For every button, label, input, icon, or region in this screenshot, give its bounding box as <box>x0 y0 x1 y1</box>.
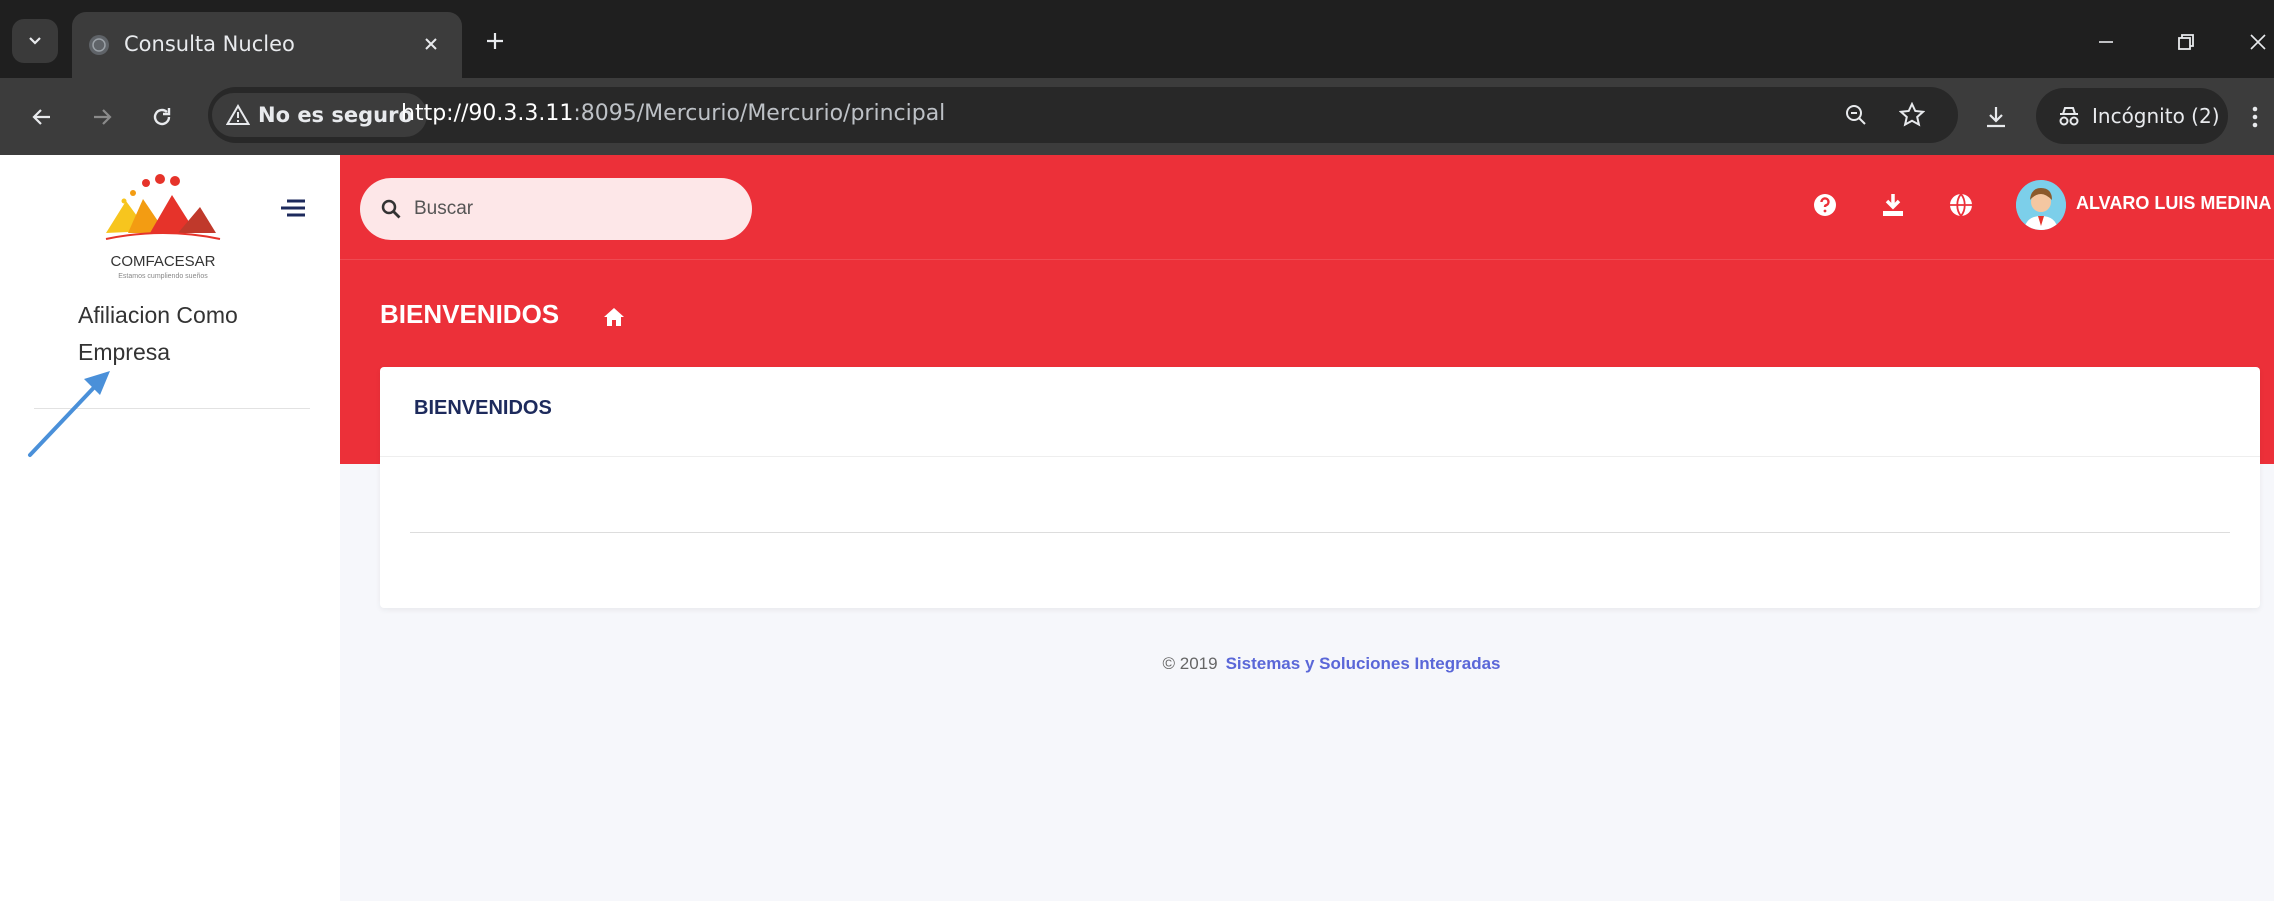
logo-text: COMFACESAR <box>110 253 216 270</box>
restore-button[interactable] <box>2168 24 2204 60</box>
download-page-button[interactable] <box>1876 188 1910 222</box>
incognito-label: Incógnito (2) <box>2092 104 2220 128</box>
arrow-right-icon <box>94 109 112 125</box>
sidebar: COMFACESAR Estamos cumpliendo sueños Afi… <box>0 155 340 901</box>
tab-title: Consulta Nucleo <box>124 32 295 56</box>
footer-copyright: © 2019 <box>1162 654 1218 673</box>
incognito-icon <box>2059 107 2079 126</box>
globe-favicon-icon <box>89 35 109 55</box>
download-icon <box>1883 194 1903 216</box>
downloads-button[interactable] <box>1976 97 2016 137</box>
url-host: http://90.3.3.11 <box>401 101 574 126</box>
minimize-button[interactable] <box>2088 24 2124 60</box>
security-label: No es seguro <box>258 103 413 127</box>
download-icon <box>1987 107 2005 128</box>
close-window-button[interactable] <box>2240 24 2274 60</box>
logo-slogan: Estamos cumpliendo sueños <box>118 273 208 280</box>
minimize-icon <box>2099 41 2113 43</box>
close-icon <box>425 38 437 50</box>
browser-toolbar: No es seguro http://90.3.3.11:8095/Mercu… <box>0 78 2274 155</box>
card-title: BIENVENIDOS <box>414 397 552 419</box>
forward-button[interactable] <box>82 97 122 137</box>
language-button[interactable] <box>1944 188 1978 222</box>
page-viewport: COMFACESAR Estamos cumpliendo sueños Afi… <box>0 155 2274 901</box>
page-title: BIENVENIDOS <box>380 299 560 329</box>
search-input[interactable] <box>414 190 734 228</box>
help-icon <box>1814 194 1836 216</box>
zoom-button[interactable] <box>1840 99 1872 131</box>
arrow-left-icon <box>32 109 50 125</box>
screen: Consulta Nucleo No es seguro http://90.3… <box>0 0 2274 901</box>
incognito-chip[interactable]: Incógnito (2) <box>2036 88 2228 144</box>
search-icon <box>381 199 401 219</box>
reload-icon <box>153 108 171 126</box>
new-tab-button[interactable] <box>480 26 510 56</box>
tab-search-button[interactable] <box>12 19 58 63</box>
chevron-down-icon <box>29 37 41 45</box>
logo-graphic-icon <box>105 174 221 240</box>
warning-icon <box>226 104 250 125</box>
avatar[interactable] <box>2016 180 2066 230</box>
zoom-out-icon <box>1846 105 1866 125</box>
close-icon <box>2250 34 2266 50</box>
star-icon <box>1899 102 1925 127</box>
main-content: ALVARO LUIS MEDINA BIENVENIDOS BIENVENID… <box>340 155 2274 901</box>
plus-icon <box>487 33 503 49</box>
tab-close-button[interactable] <box>416 27 446 61</box>
card-header-divider <box>380 456 2260 457</box>
url-text[interactable]: http://90.3.3.11:8095/Mercurio/Mercurio/… <box>401 101 945 126</box>
back-button[interactable] <box>22 97 62 137</box>
footer: © 2019 Sistemas y Soluciones Integradas <box>340 654 2274 674</box>
tab-active[interactable]: Consulta Nucleo <box>72 12 462 78</box>
welcome-card: BIENVENIDOS <box>380 367 2260 608</box>
globe-icon <box>1950 193 1972 217</box>
bookmark-button[interactable] <box>1896 99 1928 131</box>
annotation-arrow-icon <box>28 371 110 457</box>
browser-chrome: Consulta Nucleo No es seguro http://90.3… <box>0 0 2274 155</box>
sidebar-toggle-button[interactable] <box>276 193 310 223</box>
reload-button[interactable] <box>142 97 182 137</box>
header-divider <box>340 259 2274 260</box>
user-avatar-icon <box>2016 180 2066 230</box>
search-box <box>360 178 752 240</box>
home-icon[interactable] <box>602 305 626 329</box>
browser-menu-button[interactable] <box>2240 97 2270 137</box>
security-chip[interactable]: No es seguro <box>212 93 427 137</box>
restore-icon <box>2178 34 2194 50</box>
tab-strip: Consulta Nucleo <box>0 0 2274 78</box>
more-vertical-icon <box>2252 106 2258 128</box>
card-body-divider <box>410 532 2230 533</box>
url-path: :8095/Mercurio/Mercurio/principal <box>573 101 946 126</box>
comfacesar-logo[interactable]: COMFACESAR Estamos cumpliendo sueños <box>88 171 238 281</box>
help-button[interactable] <box>1808 188 1842 222</box>
footer-company-link[interactable]: Sistemas y Soluciones Integradas <box>1226 654 1501 673</box>
user-name[interactable]: ALVARO LUIS MEDINA <box>2076 193 2271 214</box>
menu-icon <box>281 199 305 217</box>
address-bar[interactable]: No es seguro http://90.3.3.11:8095/Mercu… <box>208 87 1958 143</box>
